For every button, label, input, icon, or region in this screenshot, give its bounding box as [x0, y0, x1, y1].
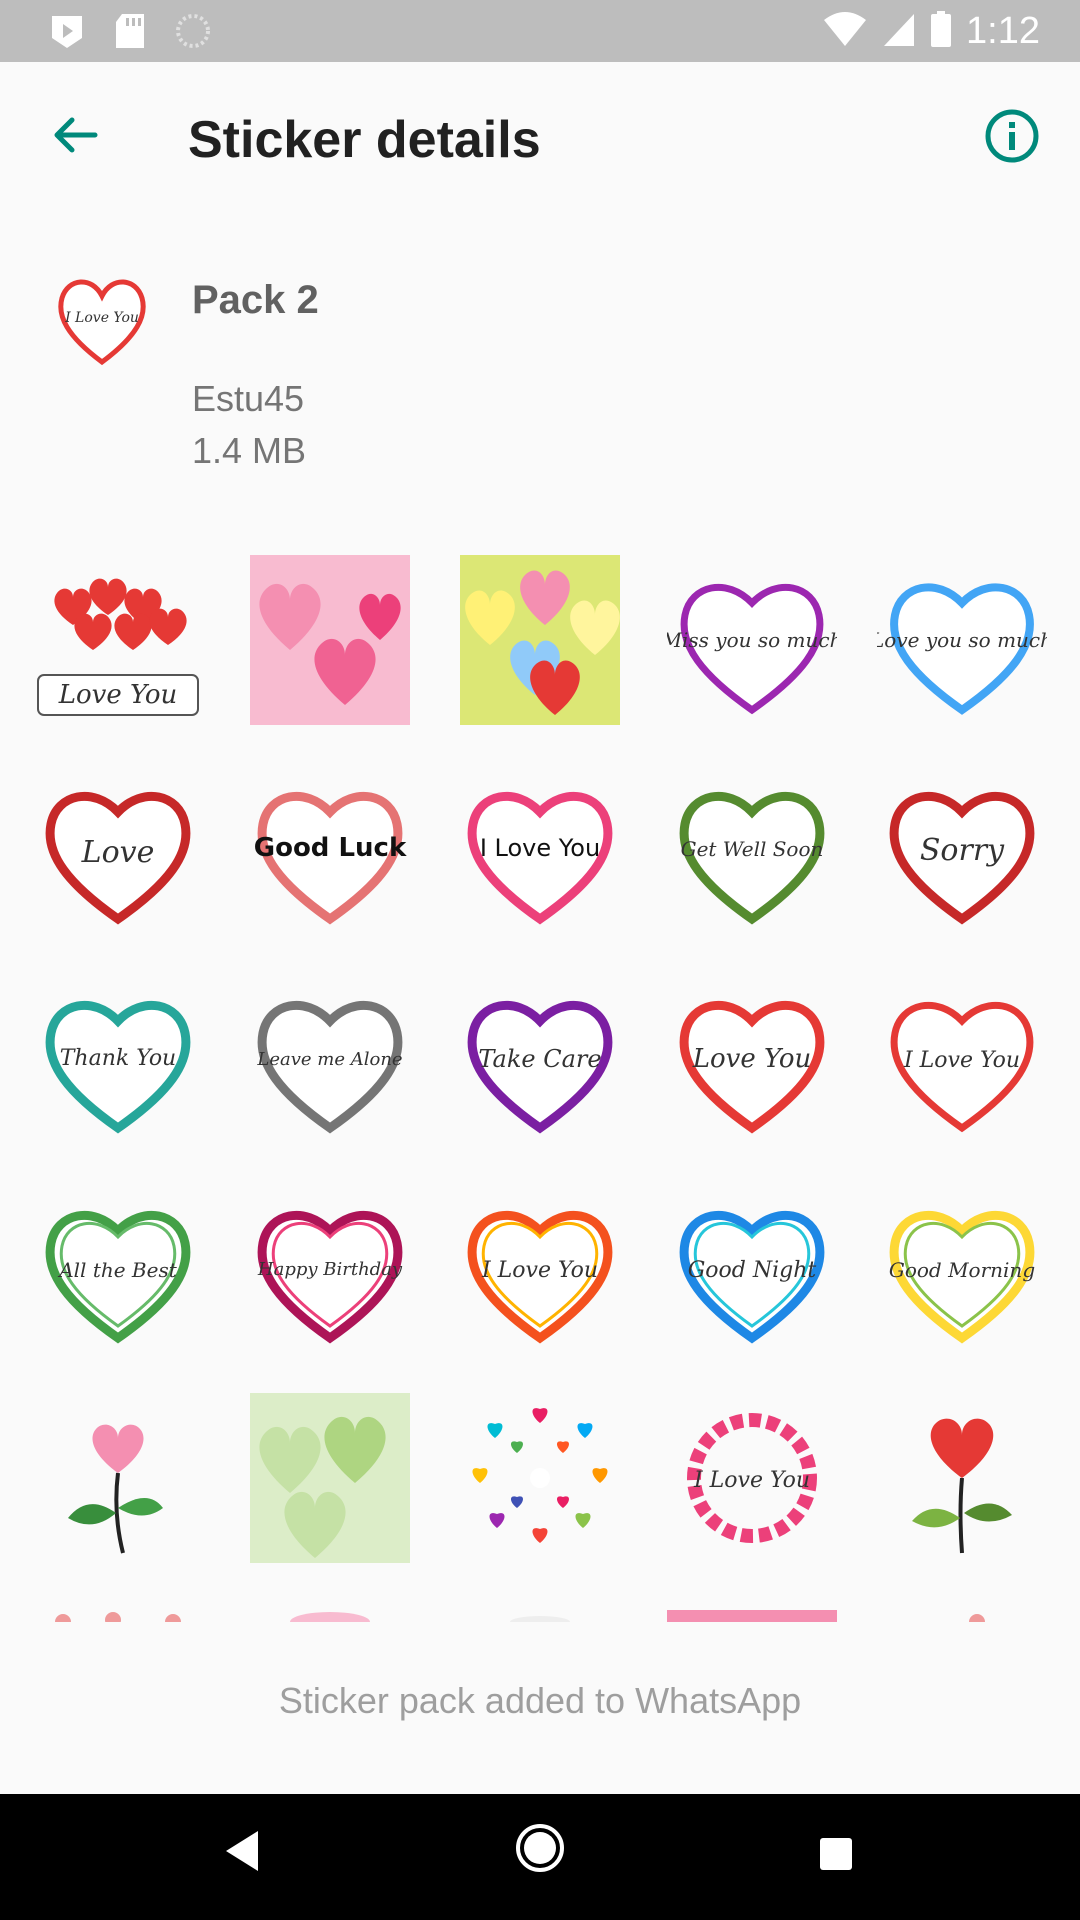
heart-sticker-icon: Good Morning — [889, 1210, 1035, 1344]
sticker-cell[interactable]: I Love You — [877, 973, 1047, 1143]
sticker-cell[interactable]: Good Morning — [877, 1183, 1047, 1353]
heart-sticker-icon: I Love You — [467, 791, 613, 925]
heart-balloons-icon: Love You — [37, 578, 199, 716]
heart-sticker-icon: Leave me Alone — [256, 1000, 403, 1134]
sticker-cell[interactable] — [455, 1602, 625, 1622]
sticker-cell[interactable] — [33, 1393, 203, 1563]
heart-sticker-icon: Happy Birthday — [257, 1210, 403, 1344]
svg-text:Love you so much: Love you so much — [877, 628, 1047, 652]
heart-sticker-icon: Take Care — [467, 1000, 613, 1134]
heart-sticker-icon: All the Best — [45, 1210, 191, 1344]
heart-sticker-icon: Love You — [679, 1000, 825, 1134]
heart-flower-icon — [912, 1418, 1012, 1554]
sticker-cell[interactable]: Love You — [33, 555, 203, 725]
sticker-cell[interactable]: I Love You — [455, 764, 625, 934]
sticker-cell[interactable] — [455, 1393, 625, 1563]
pack-publisher: Estu45 — [192, 378, 305, 419]
sticker-cell[interactable]: I Love You — [455, 1183, 625, 1353]
nav-recents-icon[interactable] — [818, 1836, 854, 1877]
svg-text:Get Well Soon: Get Well Soon — [681, 837, 824, 861]
sticker-cell[interactable]: Good Night — [667, 1183, 837, 1353]
sticker-cell[interactable]: Love — [33, 764, 203, 934]
svg-text:Take Care: Take Care — [478, 1045, 601, 1073]
pink-hearts-icon — [250, 555, 410, 725]
green-hearts-icon — [250, 1393, 410, 1563]
heart-sticker-icon: Good Night — [679, 1210, 825, 1344]
svg-text:Leave me Alone: Leave me Alone — [256, 1049, 402, 1070]
sticker-cell[interactable] — [667, 1602, 837, 1622]
sticker-cell[interactable]: Miss you so much — [667, 555, 837, 725]
svg-text:Good Luck: Good Luck — [254, 833, 407, 863]
heart-sticker-icon: Thank You — [45, 1000, 191, 1134]
signal-icon — [882, 10, 916, 53]
heart-sticker-icon: Get Well Soon — [679, 791, 825, 925]
sticker-cell[interactable] — [245, 555, 415, 725]
pack-name: Pack 2 — [192, 278, 319, 322]
sticker-cell[interactable]: Get Well Soon — [667, 764, 837, 934]
nav-back-icon[interactable] — [222, 1828, 262, 1879]
sticker-cell[interactable]: Good Luck — [245, 764, 415, 934]
heart-sticker-icon: I Love You — [467, 1210, 613, 1344]
heart-sticker-icon: I Love You — [890, 1001, 1034, 1133]
page-title: Sticker details — [188, 111, 541, 169]
svg-text:Miss you so much: Miss you so much — [667, 628, 837, 652]
play-store-icon — [48, 12, 86, 55]
sticker-cell[interactable] — [245, 1393, 415, 1563]
heart-sticker-icon: Good Luck — [254, 791, 407, 925]
sticker-cell[interactable]: Happy Birthday — [245, 1183, 415, 1353]
nav-bar — [0, 1794, 1080, 1920]
sticker-cell[interactable]: I Love You — [667, 1393, 837, 1563]
svg-text:Love: Love — [81, 835, 155, 870]
sticker-cell[interactable] — [33, 1602, 203, 1622]
wifi-icon — [822, 10, 868, 53]
svg-text:Love You: Love You — [58, 680, 178, 710]
svg-text:I Love You: I Love You — [480, 834, 600, 862]
status-time: 1:12 — [966, 10, 1040, 52]
pack-tray-icon: I Love You — [52, 270, 152, 370]
info-icon — [984, 108, 1040, 169]
sticker-cell[interactable] — [455, 555, 625, 725]
heart-burst-icon — [472, 1408, 608, 1543]
svg-text:Sorry: Sorry — [920, 833, 1005, 868]
heart-sticker-icon: Love you so much — [877, 583, 1047, 715]
pack-added-status: Sticker pack added to WhatsApp — [278, 1680, 802, 1721]
svg-text:Good Night: Good Night — [688, 1258, 817, 1283]
sticker-grid: Love You Miss you so much Love you so mu — [0, 550, 1080, 1622]
sticker-cell[interactable]: Love You — [667, 973, 837, 1143]
app-bar: Sticker details — [0, 62, 1080, 212]
nav-home-icon[interactable] — [514, 1822, 566, 1879]
svg-text:Thank You: Thank You — [60, 1046, 176, 1071]
back-button[interactable] — [40, 102, 110, 172]
arrow-back-icon — [50, 110, 100, 165]
colorful-hearts-icon — [460, 555, 620, 725]
svg-text:I Love You: I Love You — [693, 1468, 810, 1493]
heart-sticker-icon: Miss you so much — [667, 583, 837, 715]
svg-text:I Love You: I Love You — [903, 1048, 1020, 1073]
status-bar: 1:12 — [0, 0, 1080, 62]
sticker-cell[interactable]: Take Care — [455, 973, 625, 1143]
sticker-cell[interactable]: Thank You — [33, 973, 203, 1143]
svg-text:Love You: Love You — [692, 1044, 812, 1074]
sticker-cell[interactable] — [877, 1602, 1047, 1622]
battery-icon — [930, 10, 952, 53]
sticker-cell[interactable]: All the Best — [33, 1183, 203, 1353]
sticker-cell[interactable] — [877, 1393, 1047, 1563]
sticker-cell[interactable]: Leave me Alone — [245, 973, 415, 1143]
heart-flower-icon — [68, 1424, 163, 1554]
sticker-cell[interactable]: Love you so much — [877, 555, 1047, 725]
svg-text:I Love You: I Love You — [481, 1258, 598, 1283]
heart-wreath-icon: I Love You — [687, 1413, 817, 1543]
heart-sticker-icon: Love — [45, 791, 191, 925]
sticker-cell[interactable]: Sorry — [877, 764, 1047, 934]
sticker-cell[interactable] — [245, 1602, 415, 1622]
pack-size: 1.4 MB — [192, 430, 307, 471]
pack-tray-text: I Love You — [64, 310, 139, 326]
info-button[interactable] — [974, 100, 1050, 176]
loading-icon — [174, 12, 212, 55]
sd-card-icon — [114, 12, 146, 55]
heart-sticker-icon: Sorry — [889, 791, 1035, 925]
svg-text:All the Best: All the Best — [57, 1258, 178, 1282]
svg-text:Good Morning: Good Morning — [889, 1258, 1035, 1282]
svg-text:Happy Birthday: Happy Birthday — [257, 1259, 403, 1280]
